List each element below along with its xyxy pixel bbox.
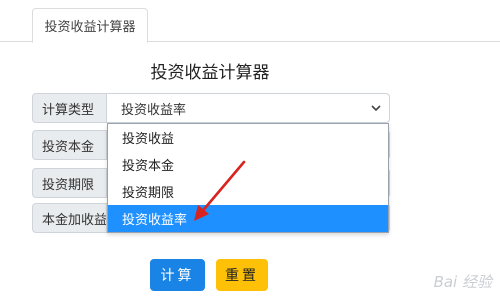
- period-label: 投资期限: [32, 168, 107, 198]
- annotation-arrow-icon: [194, 160, 246, 221]
- page-title: 投资收益计算器: [150, 63, 270, 83]
- principal-label: 投资本金: [32, 130, 107, 160]
- reset-button[interactable]: 重置: [216, 259, 268, 291]
- calc-type-label: 计算类型: [32, 93, 107, 123]
- option-investment-return[interactable]: 投资收益: [108, 124, 388, 151]
- total-label: 本金加收益: [32, 203, 107, 233]
- chevron-down-icon: [371, 105, 381, 112]
- calc-type-value: 投资收益率: [121, 102, 187, 118]
- tab-investment-calculator[interactable]: 投资收益计算器: [32, 8, 148, 43]
- watermark-logo: Bai 经验: [433, 273, 492, 291]
- calc-type-select[interactable]: 投资收益率: [106, 93, 390, 123]
- tab-bar: 投资收益计算器: [0, 0, 500, 43]
- calculate-button[interactable]: 计算: [150, 259, 205, 291]
